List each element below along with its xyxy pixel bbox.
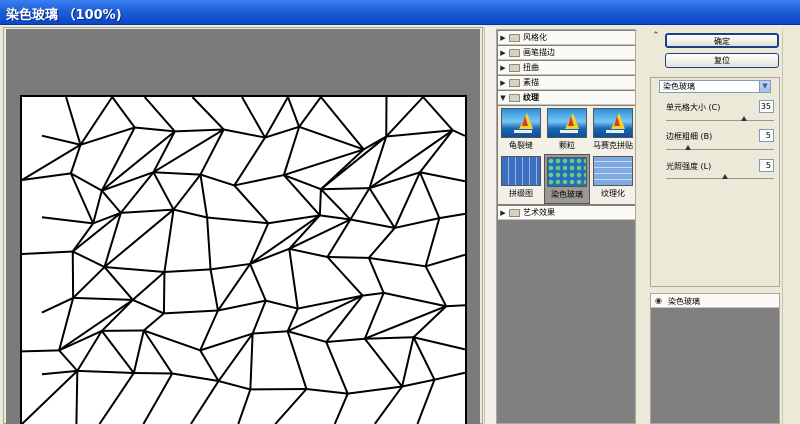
border-thickness-input[interactable]: 5: [759, 129, 774, 142]
chevron-down-icon[interactable]: ▼: [759, 81, 770, 92]
effects-layers-panel: ◉ 染色玻璃: [650, 293, 780, 424]
stained-glass-preview: [20, 95, 467, 424]
cell-size-label: 单元格大小 (C): [666, 103, 721, 112]
texture-thumbnails: 龟裂缝 颗粒 马赛克拼贴 拼缀图 染色玻璃 纹理化: [498, 106, 635, 204]
glass-cell-edge: [446, 304, 466, 308]
thumb-stained-glass[interactable]: 染色玻璃: [544, 154, 590, 204]
sailboat-thumbnail-icon: [547, 108, 587, 138]
glass-cell-edge: [327, 256, 369, 259]
glass-cell-edge: [21, 349, 60, 353]
thumb-craquelure[interactable]: 龟裂缝: [500, 108, 542, 154]
tiles-thumbnail-icon: [501, 156, 541, 186]
glass-cell-edge: [75, 370, 79, 424]
glass-cell-edge: [318, 189, 322, 216]
glass-cell-edge: [320, 187, 370, 191]
window-title: 染色玻璃 （100%): [6, 8, 122, 23]
filter-gallery: ▶ 风格化 ▶ 画笔描边 ▶ 扭曲 ▶ 素描 ▼ 纹理 龟裂缝 颗粒 马赛克拼贴…: [496, 29, 636, 424]
category-texture[interactable]: ▼ 纹理: [498, 91, 635, 105]
category-stylize[interactable]: ▶ 风格化: [498, 31, 635, 45]
cell-size-input[interactable]: 35: [759, 100, 774, 113]
reset-button[interactable]: 复位: [665, 53, 779, 68]
preview-canvas[interactable]: [6, 29, 480, 424]
collapsed-arrow-icon: ▶: [500, 63, 506, 72]
collapsed-arrow-icon: ▶: [500, 33, 506, 42]
collapsed-arrow-icon: ▶: [500, 78, 506, 87]
filter-select[interactable]: 染色玻璃 ▼: [659, 80, 771, 93]
eye-icon[interactable]: ◉: [654, 296, 663, 305]
right-scrollbar[interactable]: [782, 29, 796, 424]
light-intensity-slider-thumb[interactable]: [722, 174, 729, 179]
thumb-mosaic-tiles[interactable]: 马赛克拼贴: [592, 108, 634, 154]
preview-scrollbar[interactable]: [484, 27, 496, 424]
category-brush-strokes[interactable]: ▶ 画笔描边: [498, 46, 635, 60]
light-intensity-label: 光照强度 (L): [666, 162, 712, 171]
border-thickness-slider[interactable]: [666, 149, 774, 150]
title-bar[interactable]: 染色玻璃 （100%): [0, 0, 800, 25]
light-intensity-input[interactable]: 5: [759, 159, 774, 172]
collapsed-arrow-icon: ▶: [500, 208, 506, 217]
thumb-texturizer[interactable]: 纹理化: [592, 156, 634, 202]
effect-layer-row[interactable]: ◉ 染色玻璃: [651, 294, 779, 308]
folder-icon: [509, 33, 520, 42]
light-intensity-slider[interactable]: [666, 178, 774, 179]
glass-cell-edge: [133, 371, 173, 375]
thumb-patchwork[interactable]: 拼缀图: [500, 156, 542, 202]
thumb-grain[interactable]: 颗粒: [546, 108, 588, 154]
ok-button[interactable]: 确定: [665, 33, 779, 48]
expanded-arrow-icon: ▼: [500, 93, 506, 102]
texture-thumbnail-icon: [593, 156, 633, 186]
collapse-icon[interactable]: ⌃: [652, 31, 660, 41]
folder-open-icon: [509, 93, 520, 102]
collapsed-arrow-icon: ▶: [500, 48, 506, 57]
sailboat-thumbnail-icon: [501, 108, 541, 138]
glass-cell-edge: [162, 271, 166, 314]
category-sketch[interactable]: ▶ 素描: [498, 76, 635, 90]
category-artistic[interactable]: ▶ 艺术效果: [498, 206, 635, 220]
filter-settings: 染色玻璃 ▼ 单元格大小 (C) 35 边框粗细 (B) 5 光照强度 (L) …: [650, 77, 780, 287]
folder-icon: [509, 63, 520, 72]
folder-icon: [509, 48, 520, 57]
border-thickness-label: 边框粗细 (B): [666, 132, 713, 141]
cell-size-slider-thumb[interactable]: [740, 116, 747, 121]
stained-glass-thumbnail-icon: [547, 157, 587, 187]
folder-icon: [509, 78, 520, 87]
gallery-scrollbar[interactable]: [636, 29, 646, 424]
cell-size-slider[interactable]: [666, 120, 774, 121]
category-distort[interactable]: ▶ 扭曲: [498, 61, 635, 75]
border-thickness-slider-thumb[interactable]: [684, 145, 691, 150]
sailboat-thumbnail-icon: [593, 108, 633, 138]
gallery-empty-area: [498, 221, 635, 423]
folder-icon: [509, 208, 520, 217]
